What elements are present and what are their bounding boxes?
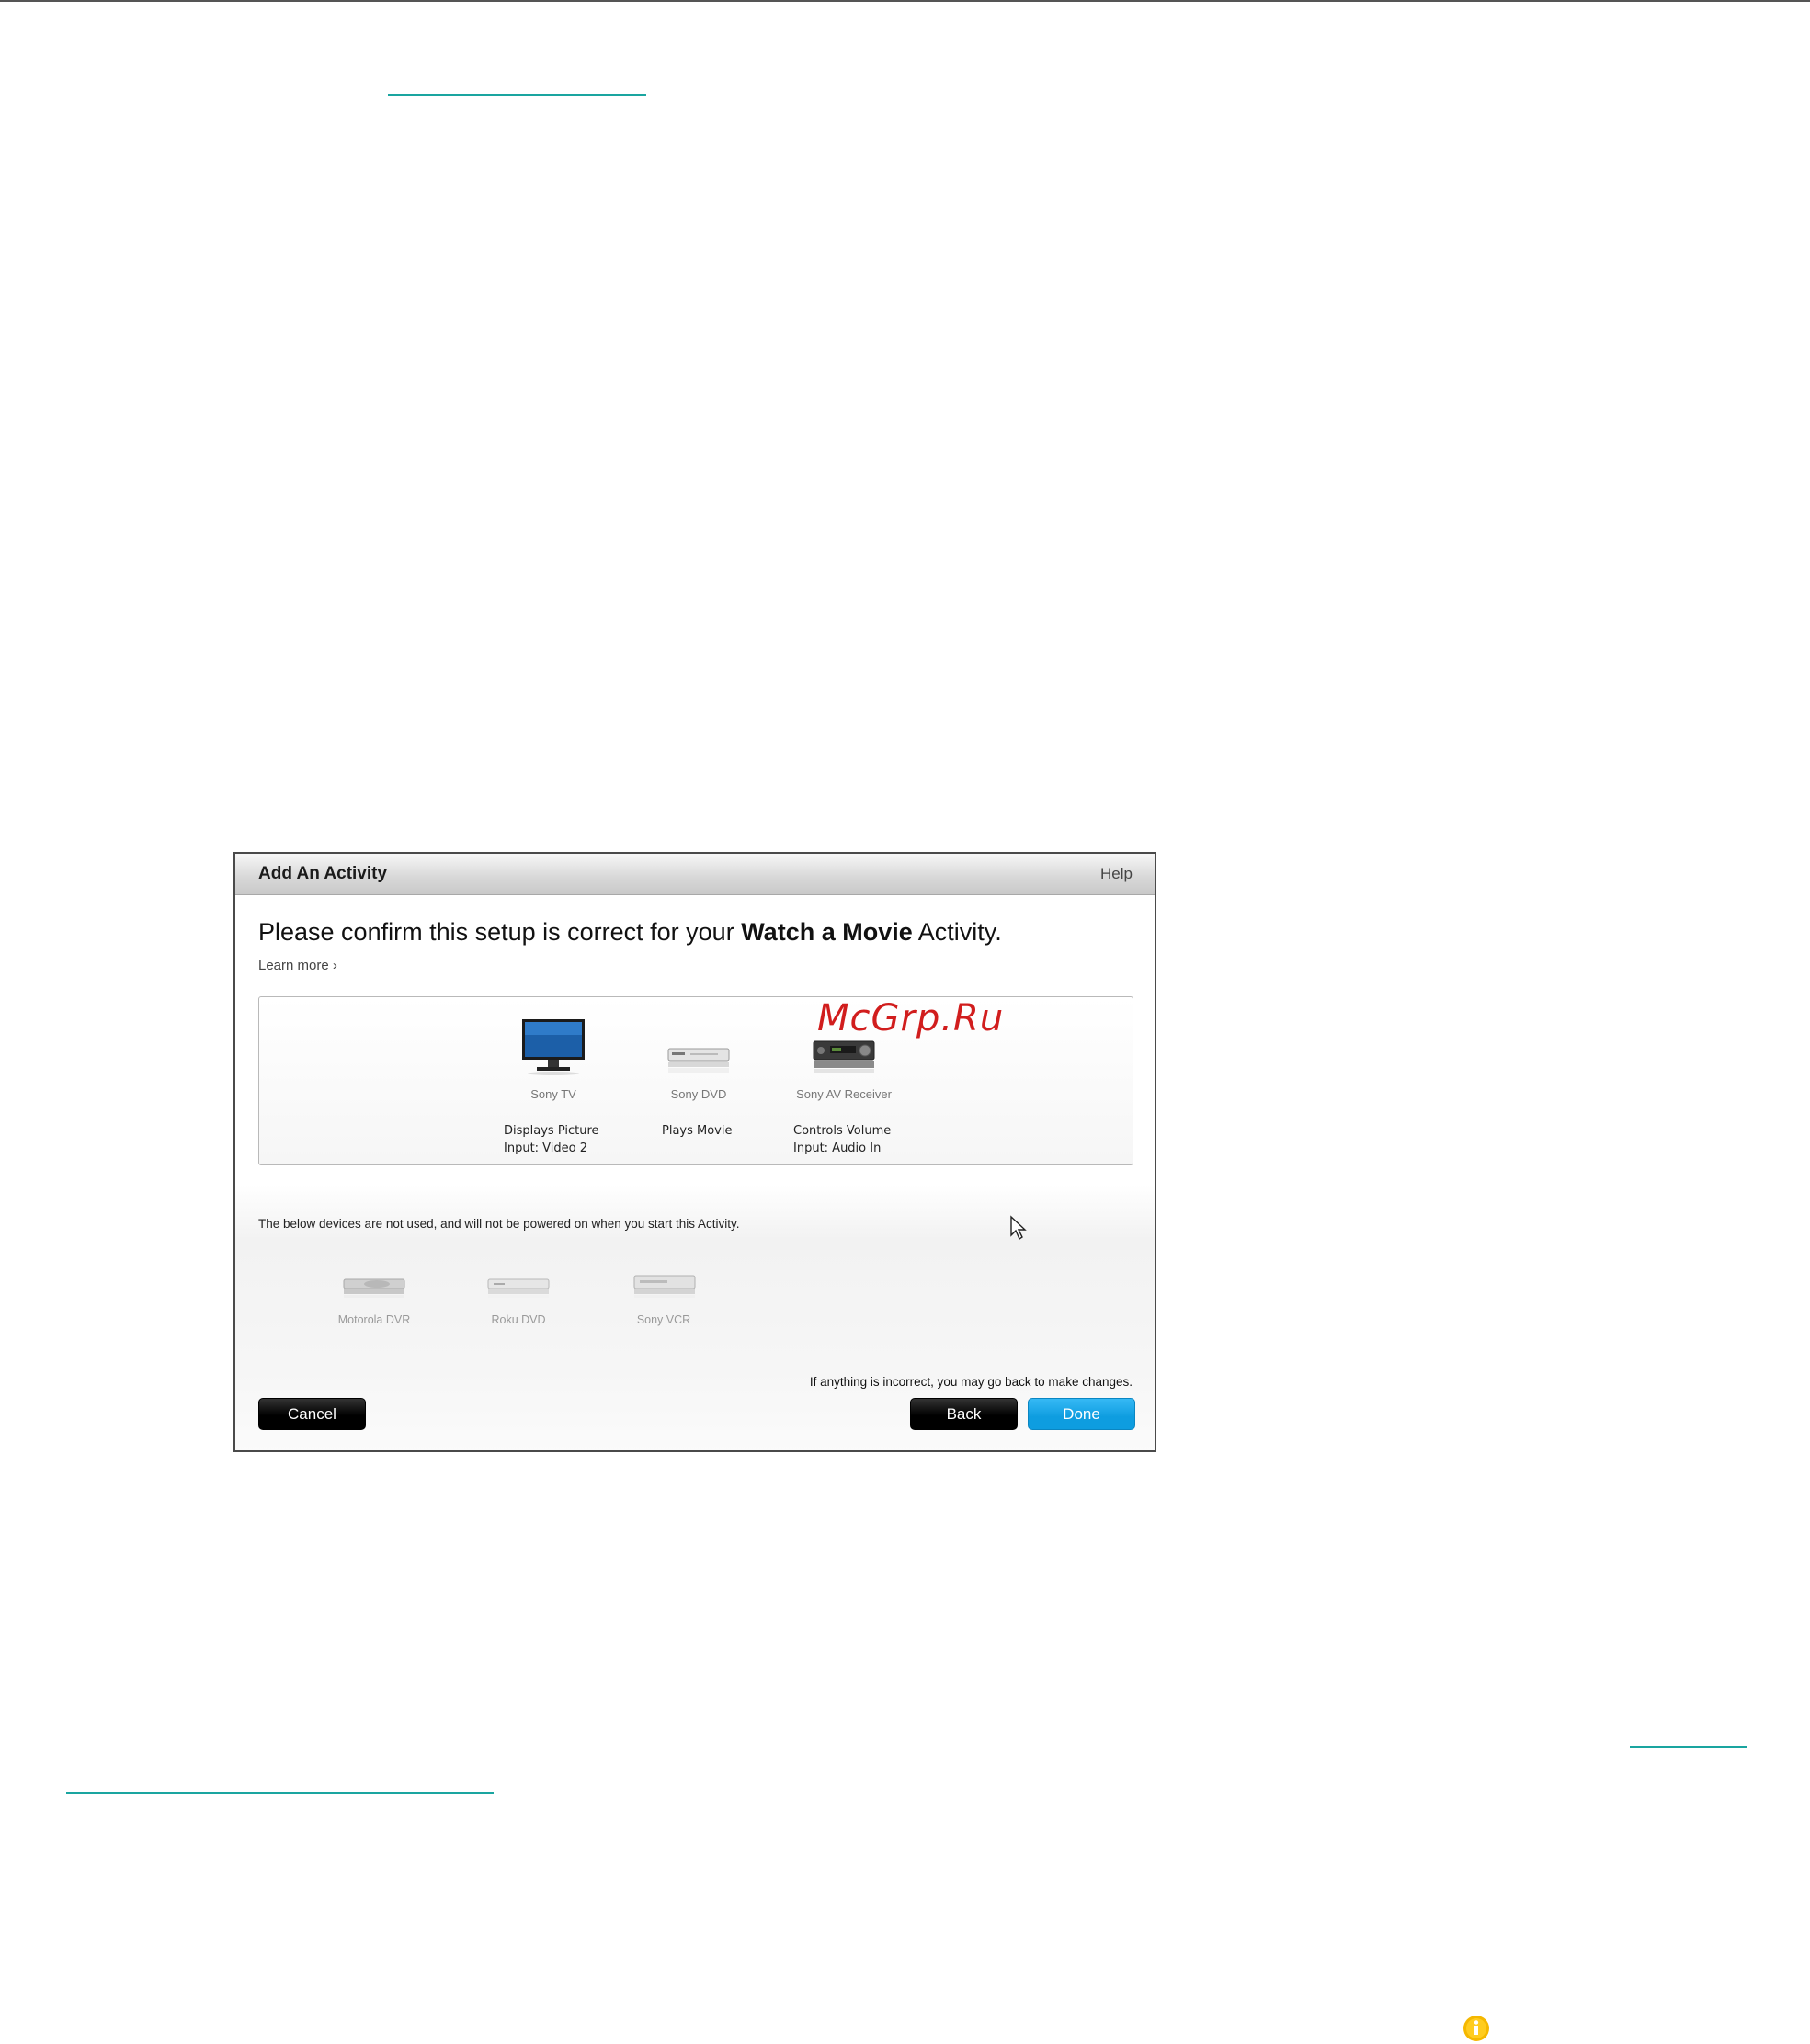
headline-prefix: Please confirm this setup is correct for…: [258, 918, 742, 946]
confirm-headline: Please confirm this setup is correct for…: [258, 918, 1002, 947]
done-button[interactable]: Done: [1028, 1398, 1135, 1430]
top-rule: [0, 0, 1810, 2]
learn-more-link[interactable]: Learn more ›: [258, 958, 337, 973]
dialog-title: Add An Activity: [258, 864, 388, 883]
watermark: McGrp.Ru: [817, 997, 1005, 1039]
back-button[interactable]: Back: [910, 1398, 1018, 1430]
dvd-player-icon: [667, 1048, 730, 1073]
headline-activity-name: Watch a Movie: [741, 918, 913, 946]
unused-device-sony-vcr: Sony VCR: [636, 1313, 691, 1326]
link-underline-top[interactable]: [388, 94, 646, 96]
add-activity-dialog: Add An Activity Help Please confirm this…: [233, 852, 1156, 1452]
tv-icon: [522, 1019, 585, 1075]
used-devices-panel: Sony TV Sony DVD Sony AV Receiver Displa…: [258, 996, 1133, 1165]
role-sony-tv: Displays Picture Input: Video 2: [504, 1122, 599, 1157]
mouse-pointer-icon: [1010, 1215, 1027, 1241]
device-name: Sony AV Receiver: [796, 1087, 892, 1101]
info-icon: [1463, 2016, 1489, 2041]
role-label: Plays Movie: [662, 1124, 733, 1138]
vcr-icon: [633, 1275, 696, 1298]
dialog-header: Add An Activity Help: [235, 854, 1155, 895]
link-underline-left[interactable]: [66, 1792, 494, 1794]
cancel-button[interactable]: Cancel: [258, 1398, 366, 1430]
role-label: Controls Volume: [793, 1124, 892, 1138]
incorrect-note: If anything is incorrect, you may go bac…: [809, 1375, 1133, 1389]
dvr-icon: [343, 1278, 405, 1298]
help-link[interactable]: Help: [1100, 865, 1133, 883]
role-label: Displays Picture: [504, 1124, 599, 1138]
unused-devices-note: The below devices are not used, and will…: [258, 1217, 740, 1231]
dvd-player-icon: [487, 1278, 550, 1298]
role-sony-av-receiver: Controls Volume Input: Audio In: [793, 1122, 891, 1157]
input-label: Input: Video 2: [504, 1141, 587, 1155]
input-label: Input: Audio In: [793, 1141, 882, 1155]
headline-suffix: Activity.: [912, 918, 1002, 946]
role-sony-dvd: Plays Movie: [662, 1122, 733, 1140]
link-underline-right[interactable]: [1630, 1746, 1747, 1748]
av-receiver-icon: [813, 1040, 875, 1073]
